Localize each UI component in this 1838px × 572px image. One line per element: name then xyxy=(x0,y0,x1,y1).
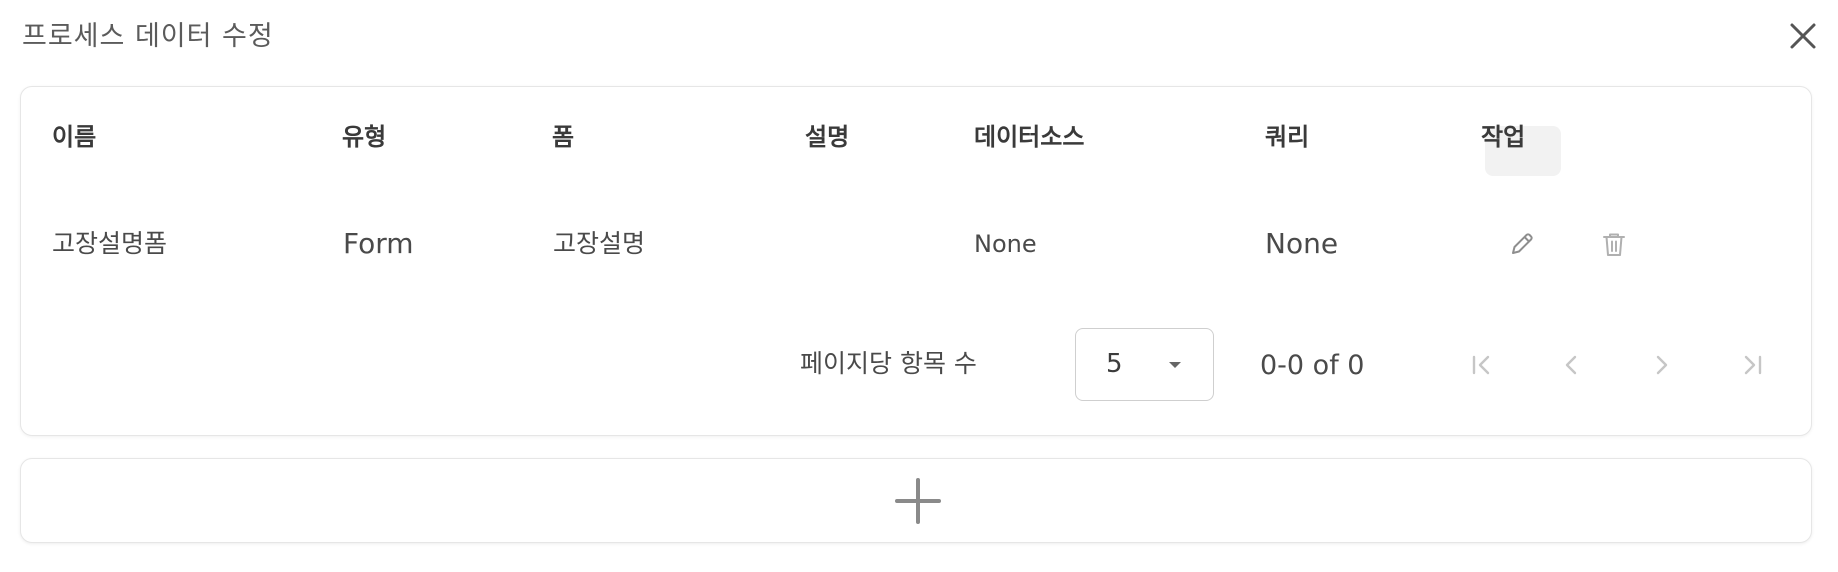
last-page-button[interactable] xyxy=(1731,343,1775,387)
cell-type: Form xyxy=(343,227,414,260)
pagination-range: 0-0 of 0 xyxy=(1260,350,1365,381)
chevron-right-icon xyxy=(1656,355,1668,375)
add-row-button[interactable] xyxy=(20,458,1812,543)
chevron-left-icon xyxy=(1565,355,1577,375)
dialog-title: 프로세스 데이터 수정 xyxy=(22,21,274,52)
next-page-button[interactable] xyxy=(1640,343,1684,387)
last-page-icon xyxy=(1744,355,1762,375)
rows-per-page-label: 페이지당 항목 수 xyxy=(800,349,977,378)
close-button[interactable] xyxy=(1783,16,1823,56)
delete-icon xyxy=(1603,233,1625,256)
prev-page-button[interactable] xyxy=(1549,343,1593,387)
column-header-datasource[interactable]: 데이터소스 xyxy=(974,122,1084,152)
cell-query: None xyxy=(1265,227,1339,260)
column-header-name[interactable]: 이름 xyxy=(52,122,96,152)
column-header-type[interactable]: 유형 xyxy=(342,122,386,152)
plus-icon xyxy=(895,478,941,524)
rows-per-page-value: 5 xyxy=(1106,349,1123,379)
column-header-query[interactable]: 쿼리 xyxy=(1265,122,1309,152)
close-icon xyxy=(1790,23,1816,49)
cell-form: 고장설명 xyxy=(553,229,646,258)
delete-button[interactable] xyxy=(1592,222,1636,266)
column-header-actions: 작업 xyxy=(1481,123,1526,151)
edit-button[interactable] xyxy=(1500,222,1544,266)
first-page-icon xyxy=(1472,355,1490,375)
rows-per-page-select[interactable]: 5 xyxy=(1075,328,1214,401)
edit-icon xyxy=(1512,233,1533,254)
cell-name: 고장설명폼 xyxy=(52,229,168,258)
first-page-button[interactable] xyxy=(1459,343,1503,387)
cell-datasource: None xyxy=(974,230,1037,258)
column-header-form[interactable]: 폼 xyxy=(552,122,574,152)
edit-process-data-dialog: 프로세스 데이터 수정 이름 유형 폼 설명 데이터소스 쿼리 작업 고장설명폼… xyxy=(0,0,1838,572)
column-header-description[interactable]: 설명 xyxy=(805,122,849,152)
caret-down-icon xyxy=(1169,362,1181,368)
